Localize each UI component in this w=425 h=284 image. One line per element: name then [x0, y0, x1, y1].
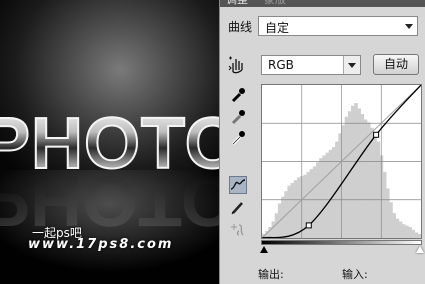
black-point-eyedropper-icon[interactable] [229, 86, 247, 104]
curves-graph[interactable] [261, 84, 422, 239]
channel-dropdown-button [343, 56, 360, 74]
tab-adjustments[interactable]: 调整 [226, 0, 248, 6]
watermark-url: www.17ps8.com [28, 237, 174, 252]
histogram-bar [351, 105, 355, 238]
black-point-slider[interactable] [260, 246, 268, 253]
histogram-bar [366, 122, 371, 238]
curves-graph-svg [262, 85, 421, 238]
smooth-curve-icon[interactable] [229, 221, 247, 239]
histogram-bar [392, 213, 396, 238]
histogram-bar [389, 202, 393, 238]
panel-tab-bar: 调整 蒙版 [220, 0, 425, 7]
histogram-bar [411, 229, 416, 238]
preset-value: 自定 [265, 21, 290, 35]
chevron-down-icon [348, 63, 356, 68]
curve-tool-icon [230, 179, 246, 190]
curves-label: 曲线 [228, 20, 253, 34]
gray-point-eyedropper-icon[interactable] [229, 108, 247, 126]
white-point-slider[interactable] [416, 246, 424, 253]
white-point-eyedropper-icon[interactable] [229, 129, 247, 147]
histogram-bar [398, 221, 403, 238]
chevron-down-icon [405, 24, 413, 29]
curve-control-point[interactable] [305, 222, 312, 229]
histogram-bar [293, 180, 298, 238]
preset-row: 曲线 自定 [220, 14, 425, 40]
document-canvas: PHOTO PHOTO 一起ps吧 www.17ps8.com [0, 0, 219, 284]
histogram-bar [417, 233, 421, 238]
auto-button[interactable]: 自动 [373, 54, 419, 75]
input-label: 输入: [342, 268, 368, 281]
output-label: 输出: [258, 268, 284, 281]
histogram-bar [405, 225, 409, 238]
histogram-bar [382, 171, 387, 238]
histogram-bar [408, 226, 412, 238]
histogram-bar [328, 149, 333, 238]
adjustments-panel: 调整 蒙版 曲线 自定 RGB 自动 [219, 0, 425, 284]
channel-dropdown[interactable]: RGB [261, 55, 361, 75]
histogram-bar [401, 224, 406, 238]
histogram-bar [373, 133, 377, 238]
histogram-bar [316, 162, 320, 238]
histogram-bar [312, 166, 317, 238]
histogram-bar [395, 218, 400, 238]
tab-masks[interactable]: 蒙版 [264, 0, 286, 6]
histogram-bar [360, 114, 365, 238]
histogram-bar [271, 221, 276, 238]
histogram-bar [386, 188, 390, 238]
curve-control-point[interactable] [373, 131, 380, 138]
histogram-bar [319, 158, 323, 238]
histogram-bar [325, 152, 330, 238]
pencil-icon[interactable] [229, 198, 247, 216]
curve-edit-tool[interactable] [229, 176, 247, 194]
histogram-bar [296, 177, 301, 238]
histogram-bar [414, 232, 419, 238]
channel-value: RGB [268, 58, 294, 72]
preset-dropdown[interactable]: 自定 [258, 16, 418, 36]
input-gradient-bar [261, 240, 422, 245]
histogram-bar [370, 127, 374, 238]
histogram-bar [322, 155, 326, 238]
histogram-bar [376, 141, 381, 238]
histogram-bar [357, 108, 361, 238]
hand-adjust-icon[interactable] [227, 54, 247, 74]
